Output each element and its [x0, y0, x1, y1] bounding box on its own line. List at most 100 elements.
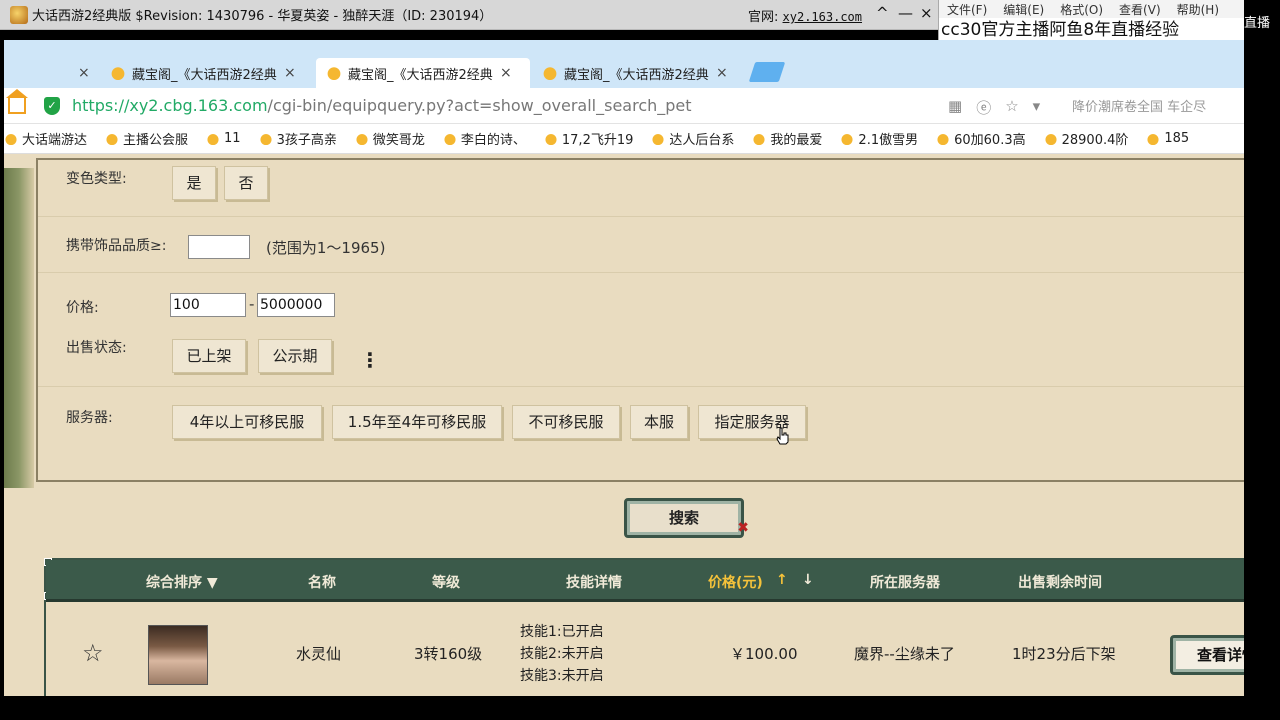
favorite-star-icon[interactable]: ☆: [82, 639, 104, 667]
bookmark-item[interactable]: 11: [206, 131, 241, 146]
qr-code-icon[interactable]: ▦: [948, 97, 962, 118]
caret-up-icon[interactable]: ^: [876, 4, 889, 22]
cbg-favicon-icon: [326, 66, 342, 80]
header-sort[interactable]: 综合排序 ▼: [146, 572, 218, 592]
status-public-button[interactable]: 公示期: [258, 339, 332, 373]
ribbon-icon: ✖: [737, 520, 749, 536]
filter-label: 变色类型:: [66, 171, 127, 187]
bookmark-item[interactable]: 主播公会服: [105, 129, 188, 148]
bookmark-item[interactable]: 28900.4阶: [1043, 129, 1128, 148]
bookmark-icon: [354, 132, 369, 145]
menu-file[interactable]: 文件(F): [947, 1, 987, 18]
bookmark-item[interactable]: 3孩子高亲: [258, 129, 337, 148]
pet-avatar[interactable]: [148, 625, 208, 685]
bookmark-item[interactable]: 达人后台系: [651, 129, 734, 148]
tab-2-active[interactable]: 藏宝阁_《大话西游2经典 ×: [316, 58, 530, 88]
more-options-icon[interactable]: ⋮: [360, 350, 380, 370]
bookmark-item[interactable]: 17,2飞升19: [543, 129, 633, 148]
search-button-label: 搜索: [668, 509, 699, 527]
filter-label: 出售状态:: [66, 340, 127, 356]
tab-1[interactable]: 藏宝阁_《大话西游2经典 ×: [100, 58, 314, 88]
tab-close-icon[interactable]: ×: [284, 65, 296, 81]
filter-label: 服务器:: [66, 410, 113, 426]
color-no-button[interactable]: 否: [224, 166, 268, 200]
pet-name: 水灵仙: [296, 645, 342, 663]
home-icon[interactable]: [6, 88, 28, 114]
right-strip-text: 直播: [1244, 16, 1271, 31]
bookmark-item[interactable]: 微笑哥龙: [354, 129, 425, 148]
server-this-button[interactable]: 本服: [630, 405, 688, 439]
chevron-down-icon[interactable]: ▾: [1033, 97, 1041, 118]
pet-skill-2: 技能2:未开启: [520, 646, 604, 662]
pet-skill-1: 技能1:已开启: [520, 624, 604, 640]
header-price[interactable]: 价格(元): [708, 572, 763, 592]
filter-panel: 变色类型: 是 否 携带饰品品质≥: (范围为1～1965) 价格: 100 -…: [36, 158, 1244, 482]
menu-edit[interactable]: 编辑(E): [1003, 1, 1044, 18]
document-icon: [1146, 132, 1161, 145]
official-site-url[interactable]: xy2.163.com: [783, 10, 862, 24]
bookmark-item[interactable]: 大话端游达: [4, 129, 87, 148]
tab-0[interactable]: ×: [4, 58, 94, 88]
game-title-bar: 大话西游2经典版 $Revision: 1430796 - 华夏英姿 - 独醉天…: [0, 0, 940, 30]
close-icon[interactable]: ×: [920, 4, 933, 22]
price-max-input[interactable]: 5000000: [257, 293, 335, 317]
filter-label: 携带饰品品质≥:: [66, 238, 167, 254]
filter-price: 价格: 100 - 5000000: [38, 273, 1244, 321]
menu-help[interactable]: 帮助(H): [1177, 1, 1219, 18]
accessory-quality-hint: (范围为1～1965): [266, 239, 386, 257]
tab-close-icon[interactable]: ×: [716, 65, 728, 81]
status-listed-button[interactable]: 已上架: [172, 339, 246, 373]
cbg-favicon-icon: [110, 66, 126, 80]
hand-cursor-icon: [776, 427, 789, 445]
filter-sale-status: 出售状态: 已上架 公示期 ⋮: [38, 321, 1244, 387]
tab-close-icon[interactable]: ×: [500, 65, 512, 81]
tab-3[interactable]: 藏宝阁_《大话西游2经典 ×: [532, 58, 746, 88]
document-icon: [651, 132, 666, 145]
translate-icon[interactable]: ⓔ: [976, 97, 991, 118]
pet-price: ￥100.00: [730, 645, 798, 663]
new-tab-button[interactable]: [748, 62, 786, 82]
bookmark-item[interactable]: 我的最爱: [752, 129, 822, 148]
bookmark-item[interactable]: 60加60.3高: [936, 129, 1026, 148]
bookmark-icon: [4, 132, 18, 145]
notepad-text[interactable]: cc30官方主播阿鱼8年直播经验: [939, 18, 1244, 40]
view-details-button[interactable]: 查看详情: [1170, 635, 1244, 675]
pet-skill-3: 技能3:未开启: [520, 668, 604, 684]
url-input[interactable]: https://xy2.cbg.163.com/cgi-bin/equipque…: [72, 96, 692, 115]
filter-server: 服务器: 4年以上可移民服 1.5年至4年可移民服 不可移民服 本服 指定服务器: [38, 387, 1244, 477]
menu-view[interactable]: 查看(V): [1119, 1, 1161, 18]
bookmark-icon: [1043, 132, 1058, 145]
sort-price-up-icon[interactable]: ↑: [776, 572, 788, 588]
pet-server: 魔界--尘缘未了: [854, 645, 955, 663]
security-shield-icon[interactable]: ✓: [44, 96, 60, 115]
minimize-icon[interactable]: —: [898, 4, 913, 22]
header-skills: 技能详情: [566, 575, 622, 591]
bookmark-icon: [258, 132, 273, 145]
bookmark-item[interactable]: 李白的诗、: [442, 129, 526, 148]
official-site-link[interactable]: 官网: xy2.163.com: [748, 6, 862, 25]
grid-icon: [752, 132, 767, 145]
search-button[interactable]: 搜索 ✖: [624, 498, 749, 538]
star-icon[interactable]: ☆: [1005, 97, 1018, 118]
search-suggestion[interactable]: 降价潮席卷全国 车企尽: [1072, 96, 1206, 115]
bookmark-item[interactable]: 2.1傲雪男: [840, 129, 918, 148]
server-no-migrate-button[interactable]: 不可移民服: [512, 405, 620, 439]
tab-close-icon[interactable]: ×: [78, 65, 90, 81]
accessory-quality-input[interactable]: [188, 235, 250, 259]
browser-window: × 藏宝阁_《大话西游2经典 × 藏宝阁_《大话西游2经典 × 藏宝阁_《大话西…: [4, 40, 1244, 696]
server-1-5yr-migrate-button[interactable]: 1.5年至4年可移民服: [332, 405, 502, 439]
server-4yr-migrate-button[interactable]: 4年以上可移民服: [172, 405, 322, 439]
bookmark-item[interactable]: 185: [1146, 131, 1189, 146]
notepad-menu: 文件(F) 编辑(E) 格式(O) 查看(V) 帮助(H): [939, 0, 1244, 18]
bookmark-icon: [543, 132, 558, 145]
address-bar: ✓ https://xy2.cbg.163.com/cgi-bin/equipq…: [4, 88, 1244, 124]
page-content: 变色类型: 是 否 携带饰品品质≥: (范围为1～1965) 价格: 100 -…: [4, 158, 1244, 696]
price-min-input[interactable]: 100: [170, 293, 246, 317]
tab-label: 藏宝阁_《大话西游2经典: [564, 67, 709, 83]
color-yes-button[interactable]: 是: [172, 166, 216, 200]
left-decor-rail: [4, 168, 34, 488]
sort-price-down-icon[interactable]: ↓: [802, 572, 814, 588]
game-app-icon: [10, 5, 28, 24]
address-tools: ▦ ⓔ ☆ ▾: [948, 97, 1040, 118]
menu-format[interactable]: 格式(O): [1060, 1, 1103, 18]
